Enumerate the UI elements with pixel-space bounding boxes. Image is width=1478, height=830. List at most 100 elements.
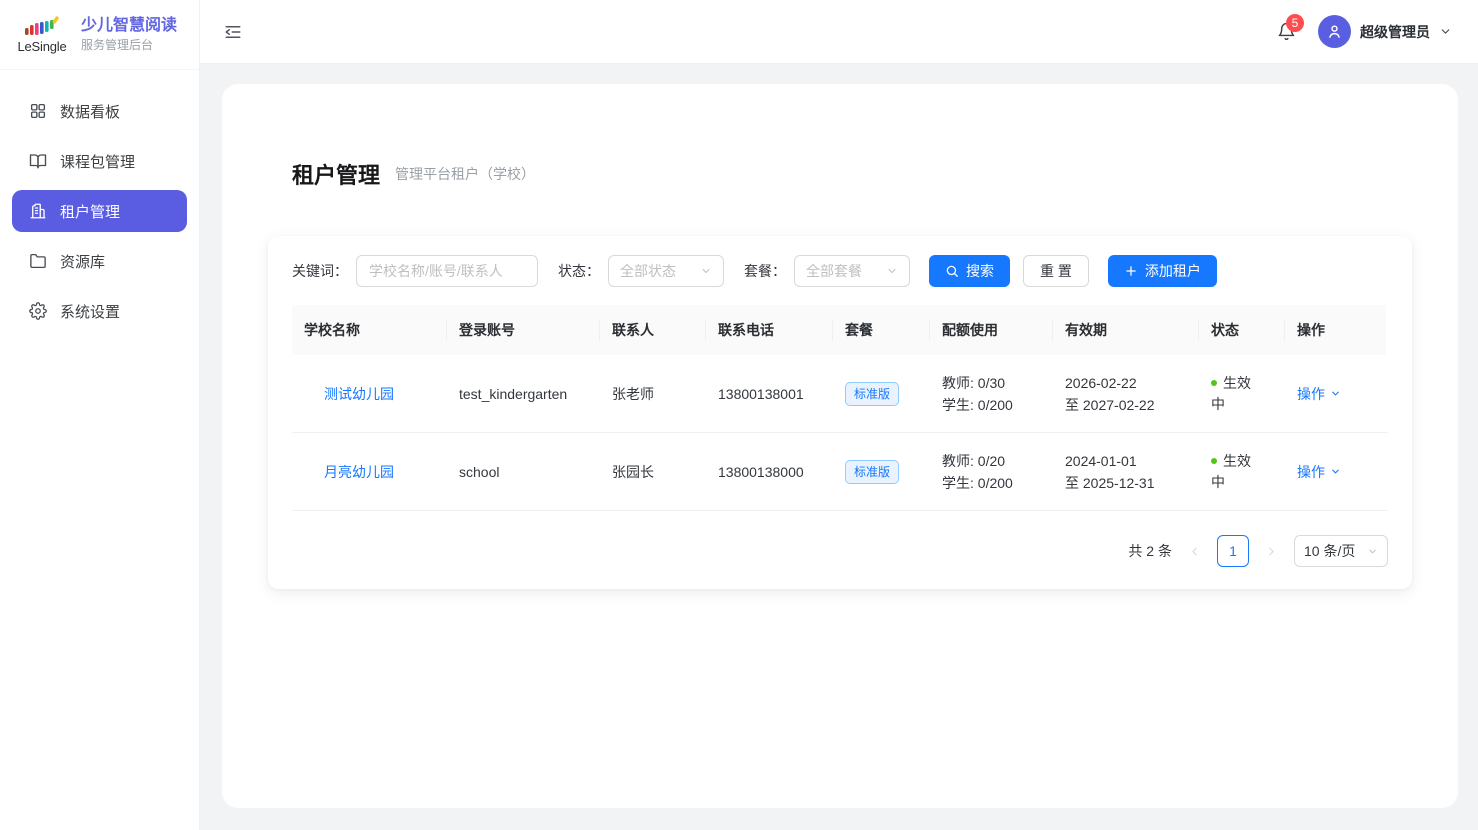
reset-button-label: 重 置 (1040, 261, 1072, 281)
quota-teacher: 教师: 0/30 (942, 372, 1005, 394)
folder-icon (29, 252, 47, 270)
sidebar-menu: 数据看板 课程包管理 租户管理 资源库 (0, 70, 199, 352)
quota-student: 学生: 0/200 (942, 394, 1013, 416)
status-select-value: 全部状态 (620, 261, 676, 281)
chevron-down-icon (886, 265, 898, 277)
avatar (1318, 15, 1351, 48)
page-header: 租户管理 管理平台租户（学校） (292, 158, 1412, 190)
content-area: 租户管理 管理平台租户（学校） 关键词： 状态： 全部状态 套餐： (200, 64, 1478, 830)
pagination-prev-button[interactable] (1188, 545, 1201, 558)
package-tag: 标准版 (845, 460, 899, 484)
chevron-down-icon (1330, 388, 1341, 399)
keyword-label: 关键词： (292, 261, 348, 281)
col-package: 套餐 (833, 305, 930, 355)
page-subtitle: 管理平台租户（学校） (395, 164, 535, 184)
status-dot (1211, 380, 1217, 386)
col-actions: 操作 (1285, 305, 1386, 355)
search-button[interactable]: 搜索 (929, 255, 1010, 287)
page-title: 租户管理 (292, 158, 380, 190)
notification-badge: 5 (1286, 14, 1304, 32)
brand-header: LeSingle 少儿智慧阅读 服务管理后台 (0, 0, 199, 70)
status-cell: 生效中 (1199, 433, 1285, 510)
table-row: 测试幼儿园 test_kindergarten 张老师 13800138001 … (292, 355, 1388, 433)
logo-wordmark: LeSingle (18, 39, 67, 54)
validity-cell: 2026-02-22 至 2027-02-22 (1053, 355, 1199, 432)
package-select[interactable]: 全部套餐 (794, 255, 910, 287)
user-menu-trigger[interactable]: 超级管理员 (1318, 15, 1452, 48)
sidebar-item-tenants[interactable]: 租户管理 (12, 190, 187, 232)
status-select[interactable]: 全部状态 (608, 255, 724, 287)
topbar-right: 5 超级管理员 (1277, 15, 1452, 48)
app-root: LeSingle 少儿智慧阅读 服务管理后台 数据看板 课程包管理 (0, 0, 1478, 830)
col-school: 学校名称 (292, 305, 447, 355)
sidebar: LeSingle 少儿智慧阅读 服务管理后台 数据看板 课程包管理 (0, 0, 200, 830)
quota-student: 学生: 0/200 (942, 472, 1013, 494)
col-account: 登录账号 (447, 305, 600, 355)
page-card: 租户管理 管理平台租户（学校） 关键词： 状态： 全部状态 套餐： (222, 84, 1458, 808)
valid-to: 至 2027-02-22 (1065, 394, 1155, 416)
status-badge: 生效中 (1211, 453, 1251, 490)
school-link[interactable]: 测试幼儿园 (324, 384, 394, 404)
col-contact: 联系人 (600, 305, 706, 355)
package-label: 套餐： (744, 261, 786, 281)
book-icon (29, 152, 47, 170)
col-status: 状态 (1199, 305, 1285, 355)
sidebar-item-label: 课程包管理 (60, 151, 135, 172)
logo-bars-icon (22, 16, 62, 38)
lesingle-logo: LeSingle (14, 16, 70, 54)
sidebar-item-settings[interactable]: 系统设置 (12, 290, 187, 332)
sidebar-item-label: 租户管理 (60, 201, 120, 222)
status-cell: 生效中 (1199, 355, 1285, 432)
notification-bell-icon[interactable]: 5 (1277, 22, 1296, 41)
action-label: 操作 (1297, 384, 1325, 404)
sidebar-item-dashboard[interactable]: 数据看板 (12, 90, 187, 132)
school-link[interactable]: 月亮幼儿园 (324, 462, 394, 482)
user-icon (1326, 23, 1343, 40)
package-tag: 标准版 (845, 382, 899, 406)
tenant-panel: 关键词： 状态： 全部状态 套餐： 全部套餐 (268, 236, 1412, 589)
sidebar-item-label: 资源库 (60, 251, 105, 272)
pagination-page-1[interactable]: 1 (1217, 535, 1249, 567)
col-validity: 有效期 (1053, 305, 1199, 355)
chevron-down-icon (700, 265, 712, 277)
add-tenant-button-label: 添加租户 (1145, 261, 1201, 281)
sidebar-item-resources[interactable]: 资源库 (12, 240, 187, 282)
search-icon (945, 264, 959, 278)
reset-button[interactable]: 重 置 (1023, 255, 1089, 287)
valid-from: 2024-01-01 (1065, 450, 1137, 472)
topbar: 5 超级管理员 (200, 0, 1478, 64)
brand-title: 少儿智慧阅读 (81, 16, 177, 36)
building-icon (29, 202, 47, 220)
brand-text: 少儿智慧阅读 服务管理后台 (81, 16, 177, 53)
add-tenant-button[interactable]: 添加租户 (1108, 255, 1217, 287)
validity-cell: 2024-01-01 至 2025-12-31 (1053, 433, 1199, 510)
account-cell: school (447, 433, 600, 510)
row-actions-dropdown[interactable]: 操作 (1297, 384, 1341, 404)
valid-from: 2026-02-22 (1065, 372, 1137, 394)
table-header-row: 学校名称 登录账号 联系人 联系电话 套餐 配额使用 有效期 状态 操作 (292, 305, 1388, 355)
filter-bar: 关键词： 状态： 全部状态 套餐： 全部套餐 (292, 255, 1388, 287)
chevron-down-icon (1439, 25, 1452, 38)
status-dot (1211, 458, 1217, 464)
phone-cell: 13800138001 (706, 355, 833, 432)
search-button-label: 搜索 (966, 261, 994, 281)
contact-cell: 张园长 (600, 433, 706, 510)
dashboard-icon (29, 102, 47, 120)
sidebar-item-label: 数据看板 (60, 101, 120, 122)
brand-subtitle: 服务管理后台 (81, 37, 177, 53)
pagination: 共 2 条 1 10 条/页 (292, 535, 1388, 567)
col-quota: 配额使用 (930, 305, 1053, 355)
gear-icon (29, 302, 47, 320)
menu-fold-icon[interactable] (224, 23, 242, 41)
col-phone: 联系电话 (706, 305, 833, 355)
keyword-input[interactable] (356, 255, 538, 287)
pagination-next-button[interactable] (1265, 545, 1278, 558)
sidebar-item-label: 系统设置 (60, 301, 120, 322)
table-row: 月亮幼儿园 school 张园长 13800138000 标准版 教师: 0/2… (292, 433, 1388, 511)
quota-teacher: 教师: 0/20 (942, 450, 1005, 472)
chevron-down-icon (1330, 466, 1341, 477)
page-size-select[interactable]: 10 条/页 (1294, 535, 1388, 567)
sidebar-item-course-packages[interactable]: 课程包管理 (12, 140, 187, 182)
quota-cell: 教师: 0/30 学生: 0/200 (930, 355, 1053, 432)
row-actions-dropdown[interactable]: 操作 (1297, 462, 1341, 482)
